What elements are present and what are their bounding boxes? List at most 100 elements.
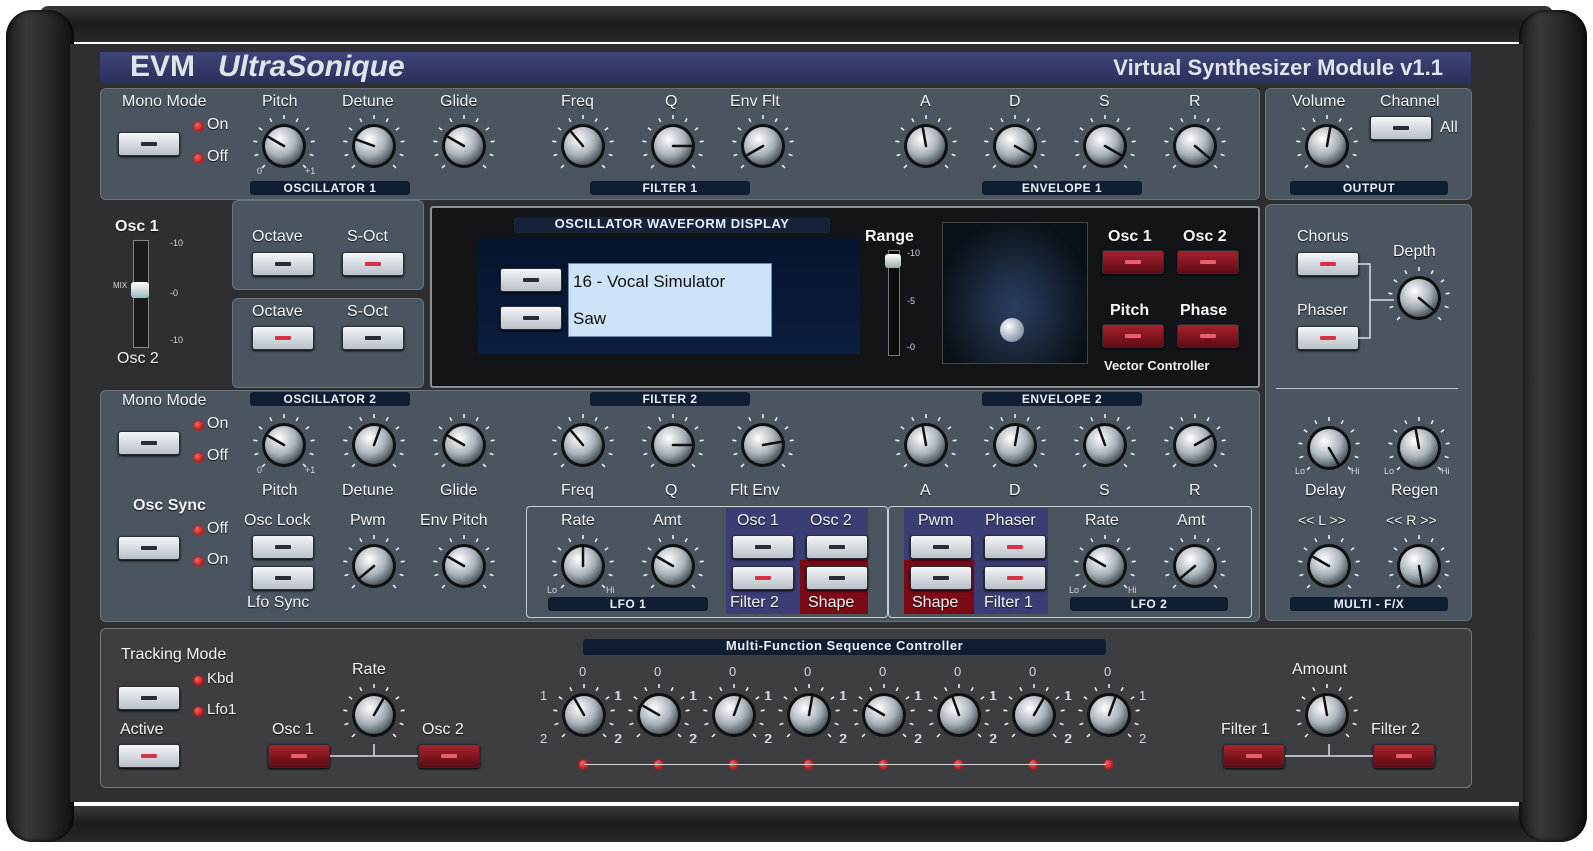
tracking-mode-button[interactable] xyxy=(118,686,180,710)
wave1-select-button[interactable] xyxy=(500,268,562,292)
env2-s-knob[interactable] xyxy=(1072,412,1138,478)
osc2-soct-button[interactable] xyxy=(342,326,404,350)
osc1-octave-button[interactable] xyxy=(252,252,314,276)
mix-slider-thumb[interactable] xyxy=(131,282,149,298)
active-button[interactable] xyxy=(118,744,180,768)
filter2-q-knob[interactable] xyxy=(640,412,706,478)
env2-r-knob[interactable] xyxy=(1162,412,1228,478)
lfo1-osc2-button[interactable] xyxy=(806,535,868,559)
lfo1-shape-button[interactable] xyxy=(806,566,868,590)
lfo-sync-button[interactable] xyxy=(252,566,314,590)
seq-step-knob-3[interactable] xyxy=(701,682,767,748)
env-pitch-label: Env Pitch xyxy=(420,512,488,529)
knob-graphic xyxy=(895,414,957,468)
seq-step-knob-6[interactable] xyxy=(926,682,992,748)
osc2-detune-knob[interactable] xyxy=(341,412,407,478)
chorus-label: Chorus xyxy=(1297,228,1349,245)
filter1-tag: FILTER 1 xyxy=(590,181,750,195)
seq-step-knob-5[interactable] xyxy=(851,682,917,748)
lfo2-pwm-button[interactable] xyxy=(910,535,972,559)
osc1-detune-knob[interactable] xyxy=(341,113,407,179)
vector-phase-button[interactable] xyxy=(1177,324,1239,348)
env1-d-knob[interactable] xyxy=(982,113,1048,179)
seq-step-2-scale-3: 2 xyxy=(615,731,623,746)
env2-d-knob[interactable] xyxy=(982,412,1048,478)
env1-r-knob[interactable] xyxy=(1162,113,1228,179)
lfo1-led xyxy=(194,707,203,716)
wave-list[interactable]: 16 - Vocal Simulator Saw xyxy=(568,263,772,337)
seq-step-2-scale-1: 1 xyxy=(615,688,623,703)
filter1-freq-knob[interactable] xyxy=(550,113,616,179)
amount-knob[interactable] xyxy=(1294,682,1360,748)
env-pitch-knob[interactable] xyxy=(431,533,497,599)
filter2-env-knob[interactable] xyxy=(730,412,796,478)
osc1-glide-knob[interactable] xyxy=(431,113,497,179)
seq-step-knob-1[interactable] xyxy=(551,682,617,748)
left-fx-knob[interactable] xyxy=(1296,533,1362,599)
seq-osc1-button[interactable] xyxy=(268,744,330,768)
osc2-pitch-label: Pitch xyxy=(262,482,298,499)
osc2-mono-mode-button[interactable] xyxy=(118,431,180,455)
lfo1-amt-knob[interactable] xyxy=(640,533,706,599)
pwm-knob[interactable] xyxy=(341,533,407,599)
seq-step-5-scale-0: 0 xyxy=(879,664,887,679)
osc-sync-off-led xyxy=(194,526,203,535)
vector-pitch-button[interactable] xyxy=(1102,324,1164,348)
osc-sync-button[interactable] xyxy=(118,536,180,560)
seq-rate-knob[interactable] xyxy=(341,682,407,748)
vector-puck[interactable] xyxy=(1000,318,1024,342)
lfo1-osc1-button[interactable] xyxy=(732,535,794,559)
lfo1-filter2-button[interactable] xyxy=(732,566,794,590)
chorus-button[interactable] xyxy=(1297,252,1359,276)
osc1-mono-mode-button[interactable] xyxy=(118,132,180,156)
fx-tag: MULTI - F/X xyxy=(1290,597,1448,611)
seq-step-8-scale-1: 1 xyxy=(1065,688,1073,703)
filter2-env-label: Flt Env xyxy=(730,482,780,499)
osc-sync-on-led xyxy=(194,557,203,566)
knob-graphic xyxy=(642,115,704,169)
seq-filter2-button[interactable] xyxy=(1373,744,1435,768)
vector-osc1-button[interactable] xyxy=(1102,250,1164,274)
osc1-tag: OSCILLATOR 1 xyxy=(250,181,410,195)
osc2-glide-knob[interactable] xyxy=(431,412,497,478)
mix-vertical-label: MIX xyxy=(113,281,128,290)
osc1-soct-button[interactable] xyxy=(342,252,404,276)
seq-step-knob-8[interactable] xyxy=(1076,682,1142,748)
bottom-chassis-bar xyxy=(40,806,1553,842)
env1-s-knob[interactable] xyxy=(1072,113,1138,179)
channel-button[interactable] xyxy=(1370,116,1432,140)
right-fx-knob[interactable] xyxy=(1386,533,1452,599)
knob-graphic xyxy=(343,115,405,169)
osc2-on-led xyxy=(194,421,203,430)
env1-a-knob[interactable] xyxy=(893,113,959,179)
phaser-button[interactable] xyxy=(1297,326,1359,350)
seq-step-knob-4[interactable] xyxy=(776,682,842,748)
env2-a-knob[interactable] xyxy=(893,412,959,478)
wave2-select-button[interactable] xyxy=(500,306,562,330)
volume-knob[interactable] xyxy=(1294,113,1360,179)
lfo2-phaser-button[interactable] xyxy=(984,535,1046,559)
vector-phase-label: Phase xyxy=(1180,302,1228,319)
env1-tag: ENVELOPE 1 xyxy=(982,181,1142,195)
seq-step-4-scale-3: 2 xyxy=(765,731,773,746)
filter1-q-knob[interactable] xyxy=(640,113,706,179)
seq-step-knob-2[interactable] xyxy=(626,682,692,748)
seq-step-knob-7[interactable] xyxy=(1001,682,1067,748)
lfo2-filter1-button[interactable] xyxy=(984,566,1046,590)
mix-osc1-label: Osc 1 xyxy=(115,218,159,235)
lfo2-shape-button[interactable] xyxy=(910,566,972,590)
osc2-octave-button[interactable] xyxy=(252,326,314,350)
lfo2-amt-knob[interactable] xyxy=(1162,533,1228,599)
phaser-label: Phaser xyxy=(1297,302,1348,319)
filter2-freq-knob[interactable] xyxy=(550,412,616,478)
top-chassis-bar xyxy=(40,6,1553,42)
osc-lock-button[interactable] xyxy=(252,535,314,559)
depth-knob[interactable] xyxy=(1386,265,1452,331)
osc1-mono-mode-label: Mono Mode xyxy=(122,93,207,110)
seq-filter1-button[interactable] xyxy=(1223,744,1285,768)
vector-osc2-button[interactable] xyxy=(1177,250,1239,274)
vector-pad[interactable] xyxy=(942,222,1088,364)
seq-osc2-button[interactable] xyxy=(418,744,480,768)
range-slider-thumb[interactable] xyxy=(885,254,901,268)
filter1-env-knob[interactable] xyxy=(730,113,796,179)
